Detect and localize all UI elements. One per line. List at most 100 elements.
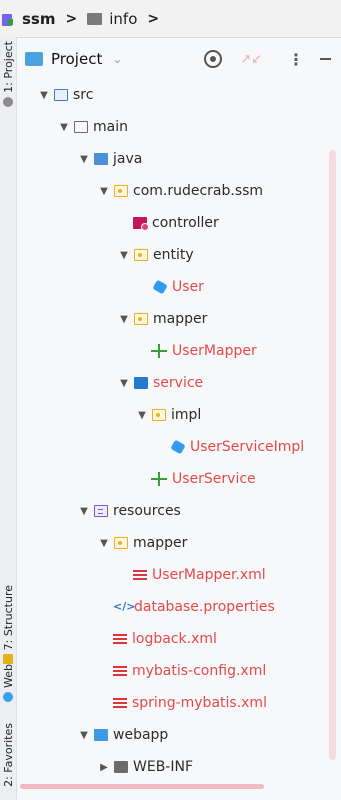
tree-node-label: src: [73, 87, 94, 103]
properties-file-icon: </>: [113, 600, 136, 613]
tree-node-label: WEB-INF: [133, 759, 193, 775]
controller-package-icon: [133, 217, 149, 231]
tree-node-label: mapper: [133, 535, 188, 551]
tree-node-java[interactable]: ▼ java: [77, 147, 142, 171]
tree-node-label: spring-mybatis.xml: [132, 695, 267, 711]
package-icon: [134, 249, 148, 261]
tree-node-usermapper-xml[interactable]: UserMapper.xml: [133, 563, 266, 587]
tree-node-service[interactable]: ▼ service: [117, 371, 203, 395]
breadcrumb-folder[interactable]: info: [109, 10, 137, 28]
tree-node-label: UserService: [172, 471, 256, 487]
tree-node-entity[interactable]: ▼ entity: [117, 243, 194, 267]
tab-project-label: 1: Project: [1, 41, 15, 93]
chevron-down-icon[interactable]: ▼: [97, 186, 111, 197]
tree-node-userserviceimpl[interactable]: UserServiceImpl: [170, 435, 304, 459]
tab-web[interactable]: Web: [0, 664, 16, 702]
tree-node-web-inf[interactable]: ▶ WEB-INF: [97, 755, 193, 779]
tree-node-label: UserMapper: [172, 343, 257, 359]
project-tab-icon: [3, 96, 13, 107]
chevron-down-icon[interactable]: ⌄: [112, 52, 122, 66]
tree-node-resources-mapper[interactable]: ▼ mapper: [97, 531, 187, 555]
chevron-down-icon[interactable]: ▼: [97, 538, 111, 549]
tree-node-label: User: [172, 279, 204, 295]
tab-favorites-label: 2: Favorites: [1, 723, 15, 787]
tree-node-label: webapp: [113, 727, 169, 743]
xml-file-icon: [113, 633, 127, 645]
tree-node-usermapper[interactable]: UserMapper: [151, 339, 257, 363]
chevron-down-icon[interactable]: ▼: [117, 378, 131, 389]
panel-title[interactable]: Project: [51, 50, 102, 68]
tool-window-stripe: 1: Project 7: Structure Web 2: Favorites: [0, 37, 17, 800]
tab-web-label: Web: [1, 664, 15, 688]
chevron-right-icon[interactable]: ▶: [97, 762, 111, 773]
service-package-icon: [134, 377, 148, 389]
folder-icon: [114, 761, 128, 773]
tree-node-webapp[interactable]: ▼ webapp: [77, 723, 168, 747]
tree-node-label: impl: [171, 407, 202, 423]
chevron-down-icon[interactable]: ▼: [77, 730, 91, 741]
chevron-right-icon: >: [65, 10, 78, 27]
vertical-scrollbar[interactable]: [329, 150, 336, 760]
horizontal-scrollbar[interactable]: [20, 784, 264, 789]
interface-icon: [151, 344, 167, 358]
tree-node-logback-xml[interactable]: logback.xml: [113, 627, 217, 651]
tree-node-database-properties[interactable]: </> database.properties: [113, 595, 275, 619]
xml-file-icon: [133, 569, 147, 581]
project-tree: ▼ src ▼ main ▼ java ▼ com.rudecrab.ssm c…: [17, 80, 341, 800]
package-icon: [134, 313, 148, 325]
chevron-right-icon[interactable]: >: [147, 11, 159, 27]
web-folder-icon: [94, 729, 108, 741]
project-view-icon: [25, 52, 43, 66]
tab-favorites[interactable]: 2: Favorites: [0, 723, 16, 787]
tree-node-label: database.properties: [134, 599, 275, 615]
class-icon: [170, 439, 186, 455]
structure-icon: [3, 654, 13, 665]
tree-node-mybatis-config-xml[interactable]: mybatis-config.xml: [113, 659, 266, 683]
tab-structure[interactable]: 7: Structure: [0, 585, 16, 665]
breadcrumb-project[interactable]: ssm: [22, 10, 56, 28]
chevron-down-icon[interactable]: ▼: [77, 154, 91, 165]
tab-project[interactable]: 1: Project: [0, 41, 16, 107]
tree-node-userservice[interactable]: UserService: [151, 467, 256, 491]
tree-node-mapper-package[interactable]: ▼ mapper: [117, 307, 207, 331]
folder-icon: [74, 121, 88, 133]
tree-node-label: logback.xml: [132, 631, 217, 647]
tree-node-label: main: [93, 119, 128, 135]
tree-node-label: entity: [153, 247, 194, 263]
package-icon: [114, 185, 128, 197]
chevron-down-icon[interactable]: ▼: [37, 90, 51, 101]
tree-node-label: com.rudecrab.ssm: [133, 183, 264, 199]
package-icon: [152, 409, 166, 421]
xml-file-icon: [113, 697, 127, 709]
source-folder-icon: [54, 89, 68, 101]
chevron-down-icon[interactable]: ▼: [57, 122, 71, 133]
chevron-down-icon[interactable]: ▼: [117, 314, 131, 325]
tree-node-src[interactable]: ▼ src: [37, 83, 93, 107]
collapse-all-icon[interactable]: ↗↙: [240, 52, 262, 67]
tree-node-impl[interactable]: ▼ impl: [135, 403, 201, 427]
xml-file-icon: [113, 665, 127, 677]
more-options-icon[interactable]: ⋮: [288, 50, 304, 69]
project-panel-header: Project ⌄ ↗↙ ⋮: [17, 38, 341, 80]
tree-node-spring-mybatis-xml[interactable]: spring-mybatis.xml: [113, 691, 267, 715]
tab-structure-label: 7: Structure: [1, 585, 15, 651]
interface-icon: [151, 472, 167, 486]
chevron-down-icon[interactable]: ▼: [117, 250, 131, 261]
java-folder-icon: [94, 153, 108, 165]
tree-node-resources[interactable]: ▼ resources: [77, 499, 181, 523]
tree-node-label: UserMapper.xml: [152, 567, 266, 583]
chevron-down-icon[interactable]: ▼: [77, 506, 91, 517]
locate-file-icon[interactable]: [204, 50, 223, 68]
navigation-bar: ssm > info >: [0, 0, 341, 38]
tree-node-main[interactable]: ▼ main: [57, 115, 128, 139]
tree-node-label: mybatis-config.xml: [132, 663, 267, 679]
class-icon: [152, 279, 168, 295]
hide-panel-icon[interactable]: [320, 58, 331, 60]
chevron-down-icon[interactable]: ▼: [135, 410, 149, 421]
tree-node-controller[interactable]: controller: [133, 211, 219, 235]
project-icon: [2, 12, 14, 26]
tree-node-root-package[interactable]: ▼ com.rudecrab.ssm: [97, 179, 263, 203]
web-icon: [3, 691, 13, 702]
package-icon: [114, 537, 128, 549]
tree-node-user[interactable]: User: [152, 275, 204, 299]
